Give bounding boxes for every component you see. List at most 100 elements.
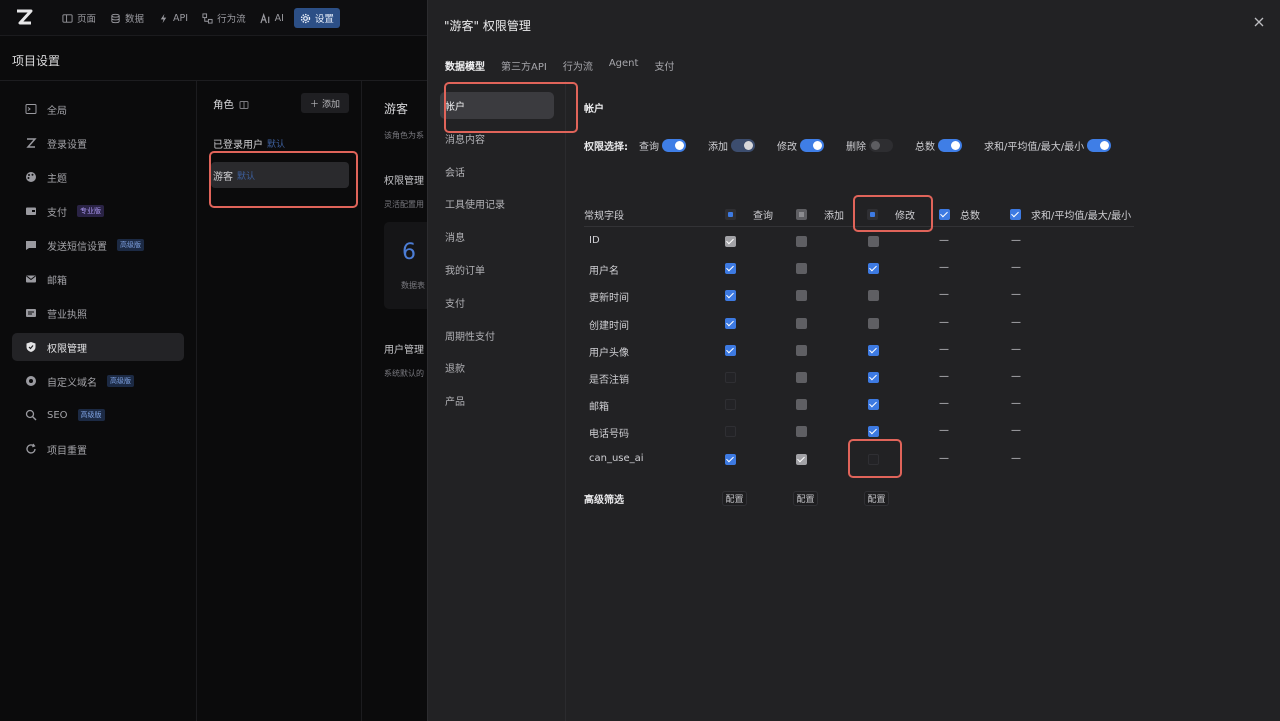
menu-item-terminal[interactable]: 全局 (12, 95, 184, 123)
query-checkbox[interactable] (725, 426, 736, 438)
add-checkbox[interactable] (796, 399, 807, 411)
column-header: 修改 (867, 207, 915, 222)
table-list-item[interactable]: 产品 (440, 387, 554, 414)
select-all-checkbox[interactable] (1010, 209, 1021, 220)
menu-item-label: 自定义域名 (47, 377, 97, 389)
query-checkbox[interactable] (725, 236, 736, 247)
table-list-item[interactable]: 帐户 (440, 92, 554, 119)
tab-4[interactable]: 支付 (654, 58, 674, 73)
config-edit-button[interactable]: 配置 (864, 491, 889, 506)
menu-item-reset[interactable]: 项目重置 (12, 435, 184, 463)
table-list-item[interactable]: 消息 (440, 223, 554, 250)
query-checkbox[interactable] (725, 399, 736, 411)
menu-item-wallet[interactable]: 支付 专业版 (12, 197, 184, 225)
nav-item-database[interactable]: 数据 (106, 8, 148, 28)
perm-section-title: 权限管理 (384, 176, 424, 187)
field-name: 邮箱 (589, 402, 609, 414)
permission-toggle-switch[interactable] (662, 139, 686, 152)
edit-checkbox[interactable] (868, 290, 879, 302)
permission-toggle-switch[interactable] (938, 139, 962, 152)
edit-checkbox[interactable] (868, 236, 879, 247)
permission-toggle-switch[interactable] (1087, 139, 1112, 152)
query-checkbox[interactable] (725, 372, 736, 383)
permission-toggle-label: 删除 (846, 142, 866, 153)
query-checkbox[interactable] (725, 290, 736, 302)
permission-toggle-switch[interactable] (869, 139, 893, 152)
edit-checkbox[interactable] (868, 372, 879, 383)
menu-item-search[interactable]: SEO 高级版 (12, 401, 184, 429)
nav-item-api[interactable]: API (154, 8, 192, 28)
field-name: can_use_ai (589, 452, 644, 464)
edit-checkbox[interactable] (868, 426, 879, 438)
not-applicable-dash: — (1011, 289, 1021, 301)
nav-item-ai[interactable]: AI (256, 8, 288, 28)
terminal-icon (25, 103, 37, 115)
mail-icon (25, 273, 37, 285)
add-checkbox[interactable] (796, 236, 807, 247)
query-checkbox[interactable] (725, 344, 736, 356)
config-query-button[interactable]: 配置 (722, 491, 747, 506)
menu-item-palette[interactable]: 主题 (12, 163, 184, 191)
close-icon[interactable] (1252, 15, 1266, 29)
select-all-checkbox[interactable] (867, 209, 878, 220)
permission-toggle-switch[interactable] (731, 139, 755, 152)
column-divider (361, 81, 362, 721)
reset-icon (25, 443, 37, 455)
not-applicable-dash: — (1011, 371, 1021, 382)
column-header-label: 修改 (895, 211, 915, 222)
select-all-checkbox[interactable] (725, 209, 736, 220)
query-checkbox[interactable] (725, 263, 736, 275)
add-checkbox[interactable] (796, 317, 807, 329)
table-list-item[interactable]: 会话 (440, 158, 554, 185)
edit-checkbox[interactable] (868, 344, 879, 356)
roles-heading: 角色 (213, 97, 249, 112)
permission-toggle-switch[interactable] (800, 139, 824, 152)
book-icon[interactable] (239, 100, 249, 110)
table-list-item[interactable]: 我的订单 (440, 256, 554, 283)
menu-item-shield[interactable]: 权限管理 (12, 333, 184, 361)
menu-item-login[interactable]: 登录设置 (12, 129, 184, 157)
add-checkbox[interactable] (796, 290, 807, 302)
role-item-guest[interactable]: 游客 默认 (211, 162, 349, 188)
not-applicable-dash: — (939, 398, 949, 410)
tab-0[interactable]: 数据模型 (445, 58, 485, 73)
edit-checkbox[interactable] (868, 317, 879, 329)
role-item-logged-in[interactable]: 已登录用户 默认 (211, 130, 349, 156)
menu-item-message[interactable]: 发送短信设置 高级版 (12, 231, 184, 259)
menu-item-mail[interactable]: 邮箱 (12, 265, 184, 293)
ai-icon (259, 12, 271, 24)
edit-checkbox[interactable] (868, 453, 879, 465)
menu-item-license[interactable]: 营业执照 (12, 299, 184, 327)
table-list-item[interactable]: 支付 (440, 289, 554, 316)
add-checkbox[interactable] (796, 344, 807, 356)
add-checkbox[interactable] (796, 372, 807, 383)
select-all-checkbox[interactable] (796, 209, 807, 220)
query-checkbox[interactable] (725, 317, 736, 329)
select-all-checkbox[interactable] (939, 209, 950, 220)
edit-checkbox[interactable] (868, 263, 879, 275)
config-add-button[interactable]: 配置 (793, 491, 818, 506)
app-logo-icon[interactable] (14, 8, 34, 28)
modal-tabs: 数据模型 第三方API 行为流 Agent 支付 (445, 58, 674, 73)
table-list-item[interactable]: 周期性支付 (440, 322, 554, 349)
add-checkbox[interactable] (796, 426, 807, 438)
not-applicable-dash: — (1011, 398, 1021, 410)
query-checkbox[interactable] (725, 453, 736, 465)
edit-checkbox[interactable] (868, 399, 879, 411)
table-list-item[interactable]: 消息内容 (440, 125, 554, 152)
role-name: 已登录用户 (213, 139, 263, 151)
nav-item-page[interactable]: 页面 (58, 8, 100, 28)
nav-item-flow[interactable]: 行为流 (198, 8, 250, 28)
add-checkbox[interactable] (796, 453, 807, 465)
not-applicable-dash: — (1011, 235, 1021, 246)
table-list-item[interactable]: 工具使用记录 (440, 190, 554, 217)
tab-2[interactable]: 行为流 (563, 58, 593, 73)
menu-item-domain[interactable]: 自定义域名 高级版 (12, 367, 184, 395)
tab-3[interactable]: Agent (609, 58, 639, 73)
tab-1[interactable]: 第三方API (501, 58, 547, 73)
plus-icon: ＋ (309, 99, 319, 110)
nav-item-gear[interactable]: 设置 (293, 8, 340, 28)
table-list-item[interactable]: 退款 (440, 354, 554, 381)
add-checkbox[interactable] (796, 263, 807, 275)
add-role-button[interactable]: ＋ 添加 (301, 93, 349, 113)
